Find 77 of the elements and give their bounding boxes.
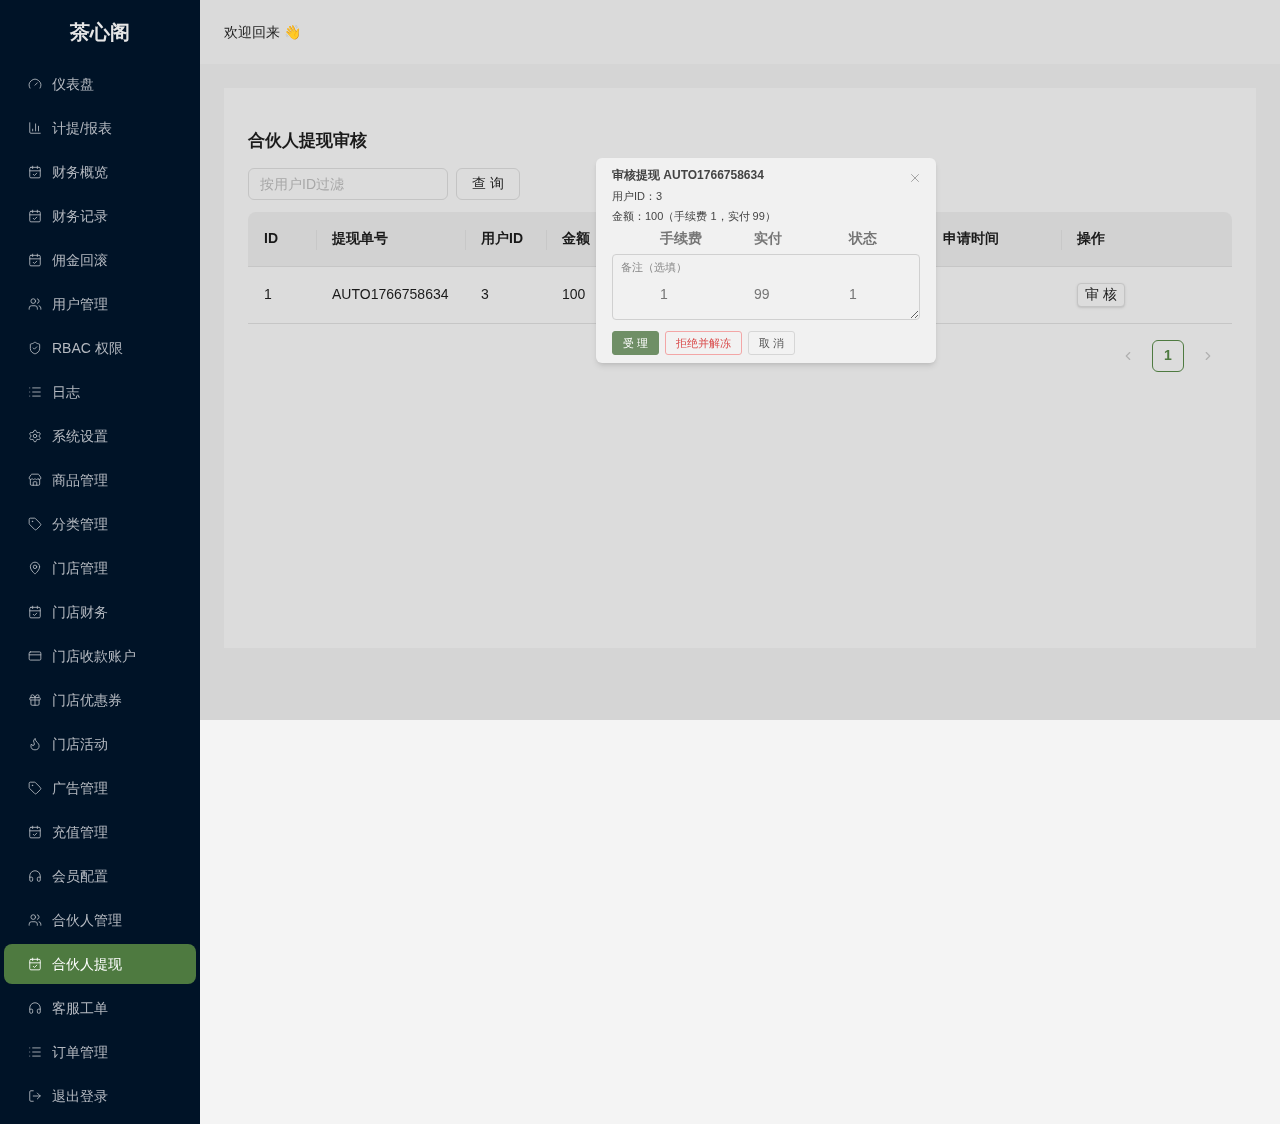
flame-icon xyxy=(28,737,42,751)
store-icon xyxy=(28,473,42,487)
table-cell-text: 3 xyxy=(481,285,489,304)
calendar-icon xyxy=(28,825,42,839)
sidebar-item[interactable]: 合伙人管理 xyxy=(4,900,196,940)
list-icon xyxy=(28,1045,42,1059)
sidebar-item[interactable]: 佣金回滚 xyxy=(4,240,196,280)
calendar-icon xyxy=(28,209,42,223)
sidebar-item[interactable]: 门店管理 xyxy=(4,548,196,588)
sidebar-item[interactable]: 客服工单 xyxy=(4,988,196,1028)
users-icon xyxy=(28,913,42,927)
tag-icon xyxy=(28,517,42,531)
cancel-button[interactable]: 取 消 xyxy=(748,331,796,355)
tag-icon xyxy=(28,781,42,795)
close-icon[interactable] xyxy=(908,171,922,185)
table-cell-text: 1 xyxy=(660,285,668,304)
column-header: 金额 xyxy=(562,229,590,248)
table-cell-text: 1 xyxy=(264,285,272,304)
app-title: 茶心阁 xyxy=(69,20,131,45)
sidebar-item[interactable]: 分类管理 xyxy=(4,504,196,544)
sidebar-item[interactable]: 退出登录 xyxy=(4,1076,196,1116)
sidebar-item[interactable]: 财务概览 xyxy=(4,152,196,192)
column-header: 申请时间 xyxy=(943,229,999,248)
sidebar-item[interactable]: 门店优惠券 xyxy=(4,680,196,720)
users-icon xyxy=(28,297,42,311)
gauge-icon xyxy=(28,77,42,91)
card-icon xyxy=(28,649,42,663)
sidebar-item[interactable]: RBAC 权限 xyxy=(4,328,196,368)
column-header: 实付 xyxy=(754,229,782,248)
dialog-title: 审核提现 AUTO1766758634 xyxy=(612,167,764,184)
sidebar-item[interactable]: 商品管理 xyxy=(4,460,196,500)
reject-button[interactable]: 拒绝并解冻 xyxy=(665,331,743,355)
column-header: 操作 xyxy=(1077,229,1105,248)
calendar-icon xyxy=(28,165,42,179)
sidebar-item[interactable]: 日志 xyxy=(4,372,196,412)
sidebar-item[interactable]: 仪表盘 xyxy=(4,64,196,104)
pin-icon xyxy=(28,561,42,575)
column-header: ID xyxy=(264,229,278,248)
sidebar-item[interactable]: 广告管理 xyxy=(4,768,196,808)
accept-button[interactable]: 受 理 xyxy=(612,331,660,355)
column-header: 手续费 xyxy=(660,229,702,248)
sidebar-item[interactable]: 门店收款账户 xyxy=(4,636,196,676)
amount-text: 金额：100（手续费 1，实付 99） xyxy=(612,208,776,224)
gift-icon xyxy=(28,693,42,707)
calendar-icon xyxy=(28,253,42,267)
calendar-icon xyxy=(28,957,42,971)
headphones-icon xyxy=(28,869,42,883)
sidebar-item[interactable]: 订单管理 xyxy=(4,1032,196,1072)
table-cell-text: 100 xyxy=(562,285,586,304)
review-button[interactable]: 审 核 xyxy=(1077,282,1125,307)
sidebar-item[interactable]: 计提/报表 xyxy=(4,108,196,148)
sidebar-item[interactable]: 门店财务 xyxy=(4,592,196,632)
bar-chart-icon xyxy=(28,121,42,135)
sidebar-item[interactable]: 会员配置 xyxy=(4,856,196,896)
column-header: 用户ID xyxy=(481,229,523,248)
table-cell-text: 99 xyxy=(754,285,770,304)
table-cell-text: 1 xyxy=(849,285,857,304)
page-title: 合伙人提现审核 xyxy=(248,130,368,152)
settings-icon xyxy=(28,429,42,443)
query-button[interactable]: 查 询 xyxy=(456,167,520,200)
sidebar-item[interactable]: 财务记录 xyxy=(4,196,196,236)
shield-icon xyxy=(28,341,42,355)
sidebar-item[interactable]: 门店活动 xyxy=(4,724,196,764)
sidebar-item[interactable]: 合伙人提现 xyxy=(4,944,196,984)
page-button[interactable]: 1 xyxy=(1152,339,1184,372)
column-header: 提现单号 xyxy=(332,229,388,248)
sidebar-item[interactable]: 充值管理 xyxy=(4,812,196,852)
table-cell-text: AUTO1766758634 xyxy=(332,285,449,304)
column-header: 状态 xyxy=(849,229,877,248)
sidebar-item[interactable]: 用户管理 xyxy=(4,284,196,324)
list-icon xyxy=(28,385,42,399)
sidebar-item[interactable]: 系统设置 xyxy=(4,416,196,456)
calendar-icon xyxy=(28,605,42,619)
user-id-text: 用户ID：3 xyxy=(612,189,663,204)
welcome-text: 欢迎回来 👋 xyxy=(224,22,301,42)
logout-icon xyxy=(28,1089,42,1103)
headphones-icon xyxy=(28,1001,42,1015)
